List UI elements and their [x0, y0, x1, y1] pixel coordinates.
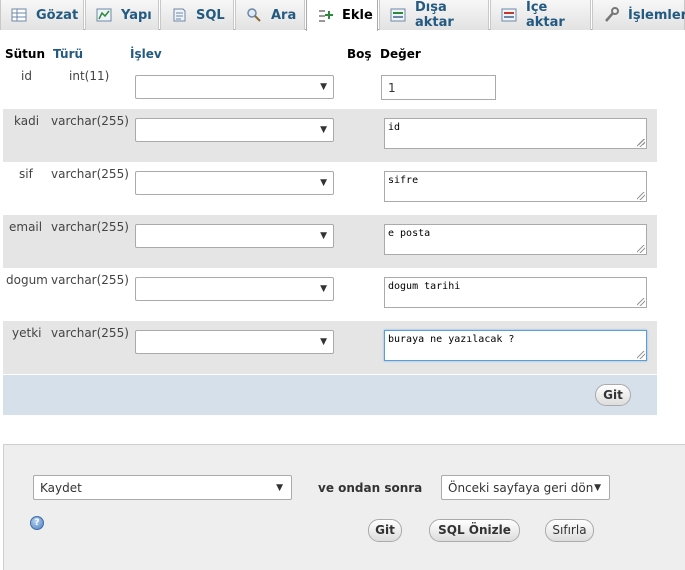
value-textarea[interactable]: buraya ne yazılacak ? — [384, 330, 647, 361]
tab-operations-label: İşlemler — [628, 7, 685, 23]
value-text: e posta — [388, 228, 431, 239]
chevron-down-icon: ▼ — [320, 337, 327, 347]
tab-structure-label: Yapı — [121, 7, 152, 23]
value-text: buraya ne yazılacak ? — [388, 334, 515, 345]
insert-table-header: Sütun Türü İşlev Boş Değer — [3, 45, 657, 64]
tab-browse-label: Gözat — [36, 7, 79, 23]
column-name: sif — [19, 167, 33, 181]
help-icon[interactable]: ? — [30, 516, 44, 530]
tab-sql-label: SQL — [196, 7, 225, 23]
column-type: varchar(255) — [51, 114, 129, 128]
column-name: dogum — [6, 273, 48, 287]
tab-insert-label: Ekle — [342, 8, 373, 23]
resize-grip-icon[interactable] — [637, 351, 645, 359]
value-text: dogum tarihi — [388, 281, 461, 292]
tab-export-label: Dışa aktar — [415, 0, 454, 30]
column-type: int(11) — [69, 69, 110, 83]
tab-insert[interactable]: Ekle — [306, 0, 378, 31]
chevron-down-icon: ▼ — [594, 483, 601, 493]
column-type: varchar(255) — [51, 326, 129, 340]
resize-grip-icon[interactable] — [637, 298, 645, 306]
chevron-down-icon: ▼ — [320, 284, 327, 294]
function-select[interactable]: ▼ — [135, 171, 334, 195]
function-select[interactable]: ▼ — [135, 277, 334, 301]
tab-export[interactable]: Dışa aktar — [379, 0, 489, 30]
operations-icon — [603, 7, 619, 23]
export-icon — [390, 7, 406, 23]
header-function[interactable]: İşlev — [130, 47, 162, 61]
search-icon — [246, 7, 262, 23]
value-text: sifre — [388, 175, 419, 186]
sql-icon — [171, 7, 187, 23]
table-row: email varchar(255) ▼ e posta — [3, 215, 657, 268]
function-select[interactable]: ▼ — [135, 118, 334, 142]
tab-search-label: Ara — [271, 7, 297, 23]
after-insert-panel — [3, 444, 685, 570]
table-row: dogum varchar(255) ▼ dogum tarihi — [3, 268, 657, 321]
then-label: ve ondan sonra — [318, 481, 423, 495]
go-button[interactable]: Git — [595, 384, 631, 406]
tab-import[interactable]: İçe aktar — [490, 0, 591, 30]
chevron-down-icon: ▼ — [320, 231, 327, 241]
header-value: Değer — [380, 47, 421, 61]
column-name: yetki — [12, 326, 42, 340]
header-column: Sütun — [5, 47, 46, 61]
function-select[interactable]: ▼ — [135, 224, 334, 248]
function-select[interactable]: ▼ — [135, 75, 334, 99]
value-textarea[interactable]: dogum tarihi — [384, 277, 647, 308]
header-null: Boş — [347, 47, 372, 61]
action-select[interactable]: Kaydet ▼ — [33, 475, 292, 500]
column-type: varchar(255) — [51, 220, 129, 234]
structure-icon — [96, 7, 112, 23]
column-type: varchar(255) — [51, 167, 129, 181]
chevron-down-icon: ▼ — [320, 178, 327, 188]
table-row: yetki varchar(255) ▼ buraya ne yazılacak… — [3, 321, 657, 374]
import-icon — [501, 7, 517, 23]
table-row: kadi varchar(255) ▼ id — [3, 109, 657, 162]
column-type: varchar(255) — [51, 273, 129, 287]
browse-table-icon — [11, 7, 27, 23]
action-select-value: Kaydet — [40, 481, 82, 495]
function-select[interactable]: ▼ — [135, 330, 334, 354]
tab-import-label: İçe aktar — [526, 0, 565, 30]
tab-bar: Gözat Yapı SQL Ara Ekle Dışa aktar İçe a… — [0, 0, 685, 31]
after-insert-select-value: Önceki sayfaya geri dön — [448, 481, 594, 495]
tab-sql[interactable]: SQL — [160, 0, 234, 30]
value-input-id[interactable]: 1 — [381, 75, 496, 100]
chevron-down-icon: ▼ — [320, 82, 327, 92]
value-textarea[interactable]: id — [384, 118, 647, 149]
tab-operations[interactable]: İşlemler — [592, 0, 685, 30]
resize-grip-icon[interactable] — [637, 192, 645, 200]
column-name: email — [9, 220, 43, 234]
tab-search[interactable]: Ara — [235, 0, 305, 30]
bottom-go-button[interactable]: Git — [368, 519, 402, 542]
resize-grip-icon[interactable] — [637, 139, 645, 147]
resize-grip-icon[interactable] — [637, 245, 645, 253]
insert-go-bar: Git — [3, 375, 657, 415]
value-text: id — [388, 122, 401, 133]
tab-browse[interactable]: Gözat — [0, 0, 84, 30]
value-textarea[interactable]: sifre — [384, 171, 647, 202]
insert-icon — [317, 8, 333, 24]
column-name: id — [21, 69, 32, 83]
chevron-down-icon: ▼ — [276, 483, 283, 493]
after-insert-select[interactable]: Önceki sayfaya geri dön ▼ — [441, 475, 610, 500]
table-row: sif varchar(255) ▼ sifre — [3, 162, 657, 215]
value-textarea[interactable]: e posta — [384, 224, 647, 255]
chevron-down-icon: ▼ — [320, 125, 327, 135]
header-type[interactable]: Türü — [53, 47, 83, 61]
reset-button[interactable]: Sıfırla — [545, 519, 594, 542]
tab-structure[interactable]: Yapı — [85, 0, 159, 30]
column-name: kadi — [14, 114, 40, 128]
sql-preview-button[interactable]: SQL Önizle — [429, 519, 520, 542]
